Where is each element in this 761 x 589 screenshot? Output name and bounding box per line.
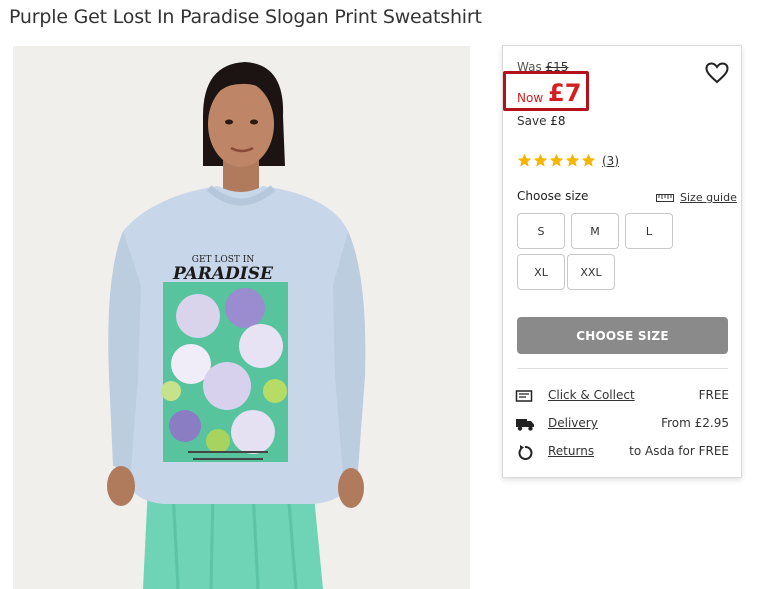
delivery-row-returns: Returns to Asda for FREE [515,443,729,461]
click-collect-link[interactable]: Click & Collect [548,388,635,402]
click-collect-icon [515,390,533,402]
star-icon [565,153,580,167]
size-option-s[interactable]: S [517,213,565,249]
delivery-row-delivery: Delivery From £2.95 [515,415,729,433]
delivery-link[interactable]: Delivery [548,416,598,430]
truck-icon [516,419,534,431]
star-icon [549,153,564,167]
print-text-2: PARADISE [172,264,274,284]
size-guide-label: Size guide [680,191,737,204]
returns-link[interactable]: Returns [548,444,594,458]
choose-size-button[interactable]: CHOOSE SIZE [517,317,728,354]
purchase-panel: Was £15 Now £7 Save £8 (3) Choose size S… [502,45,742,478]
returns-icon [518,445,533,460]
size-guide-link[interactable]: Size guide [656,191,737,204]
product-photo-illustration: GET LOST IN PARADISE [13,46,470,589]
product-image: GET LOST IN PARADISE [13,46,470,589]
delivery-value: From £2.95 [661,416,729,430]
now-price: £7 [548,79,582,107]
size-option-xl[interactable]: XL [517,254,565,290]
size-option-xxl[interactable]: XXL [567,254,615,290]
save-value: £8 [550,114,566,128]
ruler-icon [656,193,674,202]
choose-size-label: Choose size [517,189,589,203]
wishlist-heart-icon[interactable] [705,62,729,84]
product-title: Purple Get Lost In Paradise Slogan Print… [9,6,482,28]
review-count-link[interactable]: (3) [602,154,619,168]
save-amount: Save £8 [517,114,566,128]
click-collect-value: FREE [698,388,729,402]
star-icon [581,153,596,167]
size-option-l[interactable]: L [625,213,673,249]
divider [517,368,728,369]
delivery-row-click-collect: Click & Collect FREE [515,387,729,405]
rating-stars[interactable]: (3) [517,153,619,168]
returns-value: to Asda for FREE [629,444,729,458]
save-label: Save [517,114,547,128]
star-icon [533,153,548,167]
star-icon [517,153,532,167]
size-option-m[interactable]: M [571,213,619,249]
now-label: Now [517,91,544,105]
